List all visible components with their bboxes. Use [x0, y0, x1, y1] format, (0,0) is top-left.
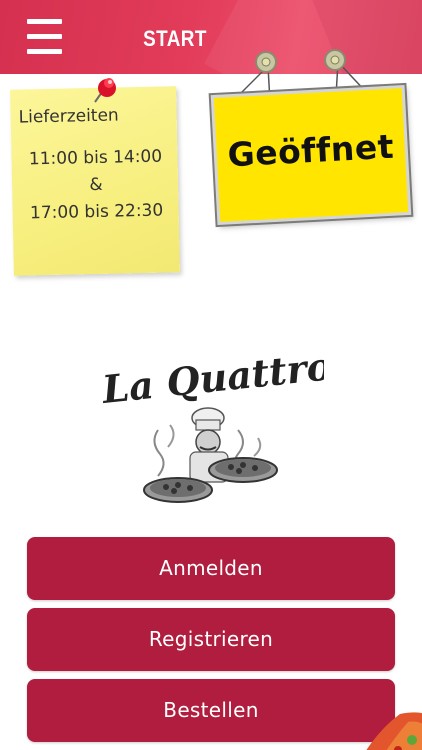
delivery-time-separator: &	[89, 174, 103, 196]
delivery-times-title: Lieferzeiten	[18, 105, 119, 128]
open-status-text: Geöffnet	[226, 126, 395, 175]
food-photo-corner	[366, 712, 422, 750]
register-button[interactable]: Registrieren	[27, 608, 395, 671]
restaurant-logo: La Quattro	[99, 343, 324, 503]
open-status-sign: Geöffnet	[208, 44, 414, 234]
sign-board: Geöffnet	[208, 82, 414, 228]
login-button[interactable]: Anmelden	[27, 537, 395, 600]
delivery-time-dinner: 17:00 bis 22:30	[29, 200, 164, 224]
logo-text: La Quattro	[99, 343, 324, 412]
pushpin-icon	[94, 78, 116, 103]
order-button[interactable]: Bestellen	[27, 679, 395, 742]
delivery-times-note: Lieferzeiten 11:00 bis 14:00 & 17:00 bis…	[10, 86, 180, 276]
delivery-time-lunch: 11:00 bis 14:00	[28, 146, 163, 170]
